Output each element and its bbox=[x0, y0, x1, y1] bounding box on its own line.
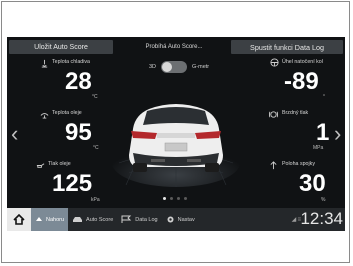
page-indicator bbox=[163, 197, 187, 200]
clutch-position-label: Poloha spojky bbox=[282, 161, 315, 167]
nav-item-nahoru[interactable]: Nahoru bbox=[31, 208, 69, 231]
oil-temp-icon bbox=[40, 113, 49, 119]
brake-pressure-label: Brzdný tlak bbox=[282, 110, 309, 116]
oil-temp-label: Teplota oleje bbox=[52, 110, 82, 116]
page-dot-4[interactable] bbox=[184, 197, 187, 200]
nav-label-nahoru: Nahoru bbox=[46, 216, 65, 223]
clutch-icon bbox=[270, 161, 277, 170]
clutch-position-value: 30 bbox=[299, 170, 326, 197]
page-dot-3[interactable] bbox=[177, 197, 180, 200]
bottom-navigation-bar: Nahoru Auto Score Data Log Nastav ◢ ≡ 12… bbox=[7, 208, 345, 231]
view-toggle-switch[interactable] bbox=[161, 61, 188, 73]
up-arrow-icon bbox=[36, 216, 42, 221]
steering-angle-label: Úhel natočení kol bbox=[282, 59, 323, 65]
coolant-temp-value: 28 bbox=[65, 68, 92, 95]
flag-icon bbox=[121, 215, 132, 223]
save-auto-score-button[interactable]: Uložit Auto Score bbox=[9, 40, 113, 54]
save-auto-score-label: Uložit Auto Score bbox=[34, 43, 88, 51]
next-page-arrow[interactable]: › bbox=[334, 123, 341, 145]
steering-wheel-icon bbox=[270, 58, 279, 67]
start-data-log-label: Spustit funkci Data Log bbox=[250, 42, 324, 52]
auto-score-status: Probíhá Auto Score... bbox=[145, 44, 203, 50]
brake-icon bbox=[269, 111, 278, 118]
nav-label-data-log: Data Log bbox=[135, 216, 158, 223]
nav-item-auto-score[interactable]: Auto Score bbox=[68, 208, 117, 231]
toggle-knob bbox=[162, 62, 173, 72]
oil-temp-value: 95 bbox=[65, 119, 92, 146]
clutch-position-unit: % bbox=[321, 197, 326, 203]
oil-pressure-icon bbox=[36, 163, 45, 168]
nav-item-nastav[interactable]: Nastav bbox=[162, 208, 199, 231]
coolant-temp-label: Teplota chladiva bbox=[52, 59, 90, 65]
nav-label-auto-score: Auto Score bbox=[86, 216, 114, 223]
steering-angle-unit: ° bbox=[323, 94, 325, 100]
page-dot-1[interactable] bbox=[163, 197, 166, 200]
infotainment-screen: Uložit Auto Score Probíhá Auto Score... … bbox=[7, 37, 345, 231]
oil-pressure-label: Tlak oleje bbox=[48, 161, 71, 167]
coolant-temp-unit: °C bbox=[92, 94, 98, 100]
oil-temp-unit: °C bbox=[93, 145, 99, 151]
car-icon bbox=[73, 216, 83, 222]
start-data-log-button[interactable]: Spustit funkci Data Log bbox=[231, 40, 343, 54]
toggle-label-3d: 3D bbox=[149, 64, 157, 70]
oil-pressure-value: 125 bbox=[52, 170, 93, 197]
gear-icon bbox=[167, 216, 174, 223]
nav-label-nastav: Nastav bbox=[177, 216, 195, 223]
clock: 12:34 bbox=[300, 209, 343, 228]
oil-pressure-unit: kPa bbox=[91, 197, 100, 203]
brake-pressure-value: 1 bbox=[316, 119, 330, 146]
view-toggle-group: 3D G-metr bbox=[149, 59, 209, 75]
home-icon bbox=[13, 214, 25, 225]
brake-pressure-unit: MPa bbox=[313, 145, 324, 151]
steering-angle-value: -89 bbox=[284, 68, 319, 95]
page-dot-2[interactable] bbox=[170, 197, 173, 200]
car-rear-view-illustration bbox=[112, 104, 240, 187]
previous-page-arrow[interactable]: ‹ bbox=[11, 123, 18, 145]
home-button[interactable] bbox=[7, 208, 31, 231]
toggle-label-g-meter: G-metr bbox=[192, 64, 210, 70]
coolant-temp-icon bbox=[41, 59, 48, 68]
nav-item-data-log[interactable]: Data Log bbox=[117, 208, 161, 231]
